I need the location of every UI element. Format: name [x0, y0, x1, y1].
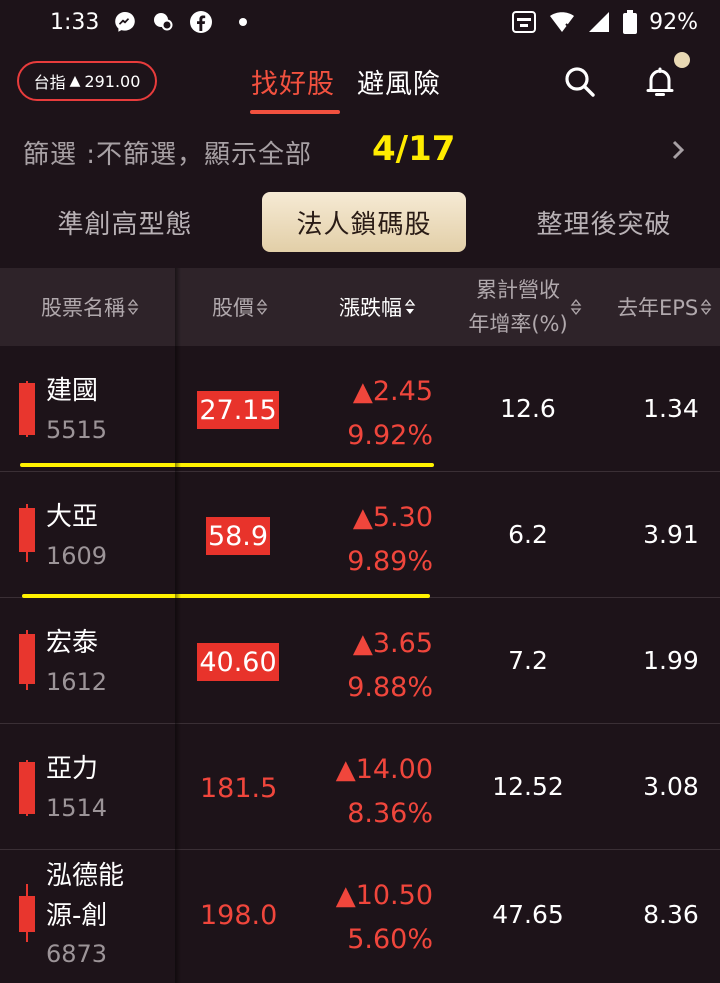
revenue-growth: 12.52	[492, 772, 564, 801]
auto-hz-icon	[511, 10, 537, 34]
change-percent: 8.36%	[347, 798, 433, 829]
price-change: ▲2.45 9.92%	[347, 370, 433, 457]
frozen-column-shadow	[175, 268, 181, 983]
signal-icon	[587, 10, 611, 34]
sort-icon	[700, 296, 712, 318]
header-price[interactable]: 股價	[185, 268, 295, 346]
change-percent: 9.92%	[347, 420, 433, 451]
chat-bubbles-icon	[151, 10, 175, 34]
price-change: ▲10.50 5.60%	[336, 874, 433, 961]
battery-icon	[623, 10, 638, 34]
index-pill[interactable]: 台指 ▲ 291.00	[17, 61, 157, 101]
sort-desc-icon	[404, 296, 416, 318]
candlestick-icon	[18, 760, 36, 816]
header-last-year-eps[interactable]: 去年EPS	[617, 268, 720, 346]
table-header: 股票名稱 股價 漲跌幅 累計營收 年增率(%) 去年EPS	[0, 268, 720, 346]
stock-name-line1: 泓德能	[46, 861, 125, 891]
stock-price: 58.9	[206, 517, 270, 555]
search-icon	[565, 67, 595, 97]
top-nav: 台指 ▲ 291.00 找好股 避風險	[0, 52, 720, 116]
status-time: 1:33	[50, 9, 100, 35]
tab-avoid-risk[interactable]: 避風險	[357, 62, 441, 101]
stock-price: 40.60	[197, 643, 279, 681]
notification-badge	[674, 52, 690, 68]
filter-label: 篩選 :不篩選，顯示全部	[23, 139, 313, 170]
sort-icon	[127, 296, 139, 318]
battery-percent: 92%	[649, 9, 698, 35]
active-tab-indicator	[250, 110, 340, 114]
up-triangle-icon: ▲	[335, 881, 356, 911]
notification-dot-icon	[239, 18, 248, 26]
table-row[interactable]: 亞力 1514 181.5 ▲14.00 8.36% 12.52 3.08	[0, 724, 720, 850]
up-triangle-icon: ▲	[352, 503, 373, 533]
sort-icon	[256, 296, 268, 318]
filter-date: 4/17	[372, 129, 456, 169]
index-value: 291.00	[84, 71, 141, 91]
last-year-eps: 3.91	[643, 520, 699, 549]
sort-icon	[570, 296, 582, 318]
header-revenue-growth[interactable]: 累計營收 年增率(%)	[455, 268, 595, 346]
up-triangle-icon: ▲	[335, 755, 356, 785]
change-percent: 9.89%	[347, 546, 433, 577]
stock-name-line2: 源-創	[46, 901, 108, 931]
up-triangle-icon: ▲	[352, 377, 373, 407]
search-button[interactable]	[560, 62, 600, 102]
index-label: 台指	[33, 73, 66, 92]
candlestick-icon	[18, 884, 36, 942]
up-triangle-icon: ▲	[352, 629, 373, 659]
last-year-eps: 3.08	[643, 772, 699, 801]
stock-name: 宏泰	[46, 628, 99, 658]
stock-code: 1609	[46, 542, 108, 570]
table-row[interactable]: 泓德能 源-創 6873 198.0 ▲10.50 5.60% 47.65 8.…	[0, 850, 720, 983]
stock-code: 1514	[46, 794, 108, 822]
stock-code: 6873	[46, 940, 108, 968]
stock-price: 198.0	[200, 899, 278, 931]
price-change: ▲14.00 8.36%	[336, 748, 433, 835]
candlestick-icon	[18, 504, 36, 562]
last-year-eps: 1.34	[643, 394, 699, 423]
stock-name: 建國	[46, 376, 99, 406]
filter-row[interactable]: 篩選 :不篩選，顯示全部 4/17	[0, 125, 720, 179]
facebook-icon	[189, 10, 213, 34]
index-up-arrow-icon: ▲	[69, 73, 81, 89]
candlestick-icon	[18, 630, 36, 690]
messenger-icon	[113, 10, 137, 34]
chevron-right-icon[interactable]	[668, 137, 688, 167]
change-percent: 5.60%	[347, 924, 433, 955]
wifi-icon	[549, 10, 575, 34]
sub-tabs: 準創高型態 法人鎖碼股 整理後突破	[0, 192, 720, 252]
revenue-growth: 12.6	[500, 394, 556, 423]
price-change: ▲3.65 9.88%	[347, 622, 433, 709]
table-row[interactable]: 宏泰 1612 40.60 ▲3.65 9.88% 7.2 1.99	[0, 598, 720, 724]
header-change-percent[interactable]: 漲跌幅	[320, 268, 435, 346]
revenue-growth: 6.2	[508, 520, 548, 549]
header-stock-name[interactable]: 股票名稱	[10, 268, 170, 346]
revenue-growth: 7.2	[508, 646, 548, 675]
sub-tab-breakout-after-consolidation[interactable]: 整理後突破	[515, 192, 693, 252]
stock-price: 27.15	[197, 391, 279, 429]
stock-code: 5515	[46, 416, 108, 444]
candlestick-icon	[18, 381, 36, 437]
status-bar: 1:33 92%	[0, 0, 720, 44]
notification-button[interactable]	[640, 62, 680, 102]
change-percent: 9.88%	[347, 672, 433, 703]
sub-tab-institutional-locked[interactable]: 法人鎖碼股	[262, 192, 466, 252]
sub-tab-near-high-pattern[interactable]: 準創高型態	[30, 192, 220, 252]
stock-name: 亞力	[46, 754, 99, 784]
tab-find-good-stocks[interactable]: 找好股	[251, 62, 335, 101]
table-row[interactable]: 建國 5515 27.15 ▲2.45 9.92% 12.6 1.34	[0, 346, 720, 472]
last-year-eps: 1.99	[643, 646, 699, 675]
price-change: ▲5.30 9.89%	[347, 496, 433, 583]
stock-name: 大亞	[46, 502, 99, 532]
last-year-eps: 8.36	[643, 900, 699, 929]
revenue-growth: 47.65	[492, 900, 564, 929]
highlight-underline	[20, 463, 434, 467]
stock-code: 1612	[46, 668, 108, 696]
table-row[interactable]: 大亞 1609 58.9 ▲5.30 9.89% 6.2 3.91	[0, 472, 720, 598]
bell-icon	[646, 67, 674, 96]
stock-price: 181.5	[200, 772, 278, 804]
